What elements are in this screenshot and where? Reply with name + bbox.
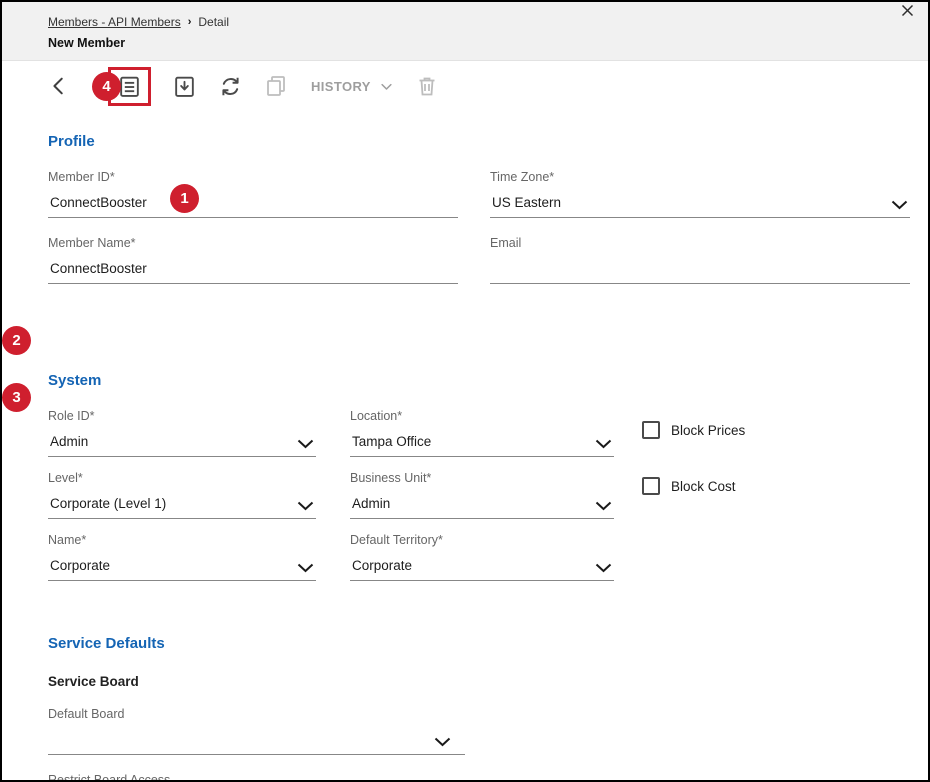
member-id-label: Member ID* (48, 170, 458, 184)
role-id-value: Admin (50, 434, 88, 449)
block-prices-checkbox[interactable]: Block Prices (642, 421, 745, 439)
close-icon[interactable] (900, 3, 915, 18)
dropdown-chevron-icon (595, 501, 612, 511)
block-cost-label: Block Cost (671, 479, 736, 494)
annotation-badge-2: 2 (2, 326, 31, 355)
toolbar: 4 (2, 61, 928, 111)
location-value: Tampa Office (352, 434, 431, 449)
business-unit-label: Business Unit* (350, 471, 614, 485)
role-id-select[interactable]: Admin (48, 430, 316, 457)
level-value: Corporate (Level 1) (50, 496, 166, 511)
member-name-input[interactable]: ConnectBooster (48, 257, 458, 284)
dropdown-chevron-icon (297, 501, 314, 511)
name-select[interactable]: Corporate (48, 554, 316, 581)
restrict-board-access-field: Restrict Board Access (48, 773, 465, 782)
back-chevron-icon[interactable] (48, 75, 70, 97)
time-zone-field: Time Zone* US Eastern (490, 170, 910, 218)
business-unit-value: Admin (352, 496, 390, 511)
system-grid: Role ID* Admin Location* Tampa Office (48, 409, 908, 581)
default-board-field: Default Board (48, 707, 465, 755)
member-id-field: Member ID* ConnectBooster (48, 170, 458, 218)
refresh-icon[interactable] (218, 74, 243, 99)
name-label: Name* (48, 533, 316, 547)
checkbox-unchecked-icon (642, 477, 660, 495)
time-zone-select[interactable]: US Eastern (490, 191, 910, 218)
dropdown-chevron-icon (595, 439, 612, 449)
checkbox-unchecked-icon (642, 421, 660, 439)
name-value: Corporate (50, 558, 110, 573)
dropdown-chevron-icon (595, 563, 612, 573)
email-label: Email (490, 236, 910, 250)
block-prices-label: Block Prices (671, 423, 745, 438)
name-field: Name* Corporate (48, 533, 316, 581)
location-field: Location* Tampa Office (350, 409, 614, 457)
member-id-input[interactable]: ConnectBooster (48, 191, 458, 218)
annotation-badge-3: 3 (2, 383, 31, 412)
breadcrumb: Members - API Members › Detail (48, 15, 908, 29)
chevron-down-icon (379, 79, 394, 94)
header: Members - API Members › Detail New Membe… (2, 2, 928, 61)
location-select[interactable]: Tampa Office (350, 430, 614, 457)
annotation-badge-4: 4 (92, 72, 121, 101)
level-field: Level* Corporate (Level 1) (48, 471, 316, 519)
level-select[interactable]: Corporate (Level 1) (48, 492, 316, 519)
default-territory-select[interactable]: Corporate (350, 554, 614, 581)
role-id-field: Role ID* Admin (48, 409, 316, 457)
business-unit-field: Business Unit* Admin (350, 471, 614, 519)
breadcrumb-current: Detail (198, 15, 229, 29)
system-checkbox-column: Block Prices Block Cost (642, 409, 745, 581)
annotation-badge-1: 1 (170, 184, 199, 213)
block-cost-checkbox[interactable]: Block Cost (642, 477, 745, 495)
role-id-label: Role ID* (48, 409, 316, 423)
default-board-select[interactable] (48, 728, 465, 755)
breadcrumb-separator-icon: › (188, 16, 192, 28)
breadcrumb-link-members[interactable]: Members - API Members (48, 15, 181, 29)
location-label: Location* (350, 409, 614, 423)
service-board-subheading: Service Board (48, 674, 908, 689)
time-zone-label: Time Zone* (490, 170, 910, 184)
dropdown-chevron-icon (297, 563, 314, 573)
email-input[interactable] (490, 257, 910, 284)
email-field: Email (490, 236, 910, 284)
dropdown-chevron-icon (434, 737, 451, 747)
page-title: New Member (48, 36, 908, 50)
dropdown-chevron-icon (891, 200, 908, 210)
save-and-keep-icon[interactable] (172, 74, 197, 99)
default-territory-label: Default Territory* (350, 533, 614, 547)
default-board-label: Default Board (48, 707, 465, 721)
member-id-value: ConnectBooster (50, 195, 147, 210)
default-territory-field: Default Territory* Corporate (350, 533, 614, 581)
time-zone-value: US Eastern (492, 195, 561, 210)
level-label: Level* (48, 471, 316, 485)
history-label: HISTORY (311, 79, 371, 94)
member-name-field: Member Name* ConnectBooster (48, 236, 458, 284)
dropdown-chevron-icon (297, 439, 314, 449)
form-content: Profile Member ID* ConnectBooster Time Z… (2, 133, 928, 782)
trash-icon (415, 74, 439, 98)
service-defaults-section-heading: Service Defaults (48, 635, 908, 652)
copy-icon (264, 74, 288, 98)
member-name-label: Member Name* (48, 236, 458, 250)
system-section-heading: System (48, 372, 908, 389)
profile-section-heading: Profile (48, 133, 908, 150)
member-name-value: ConnectBooster (50, 261, 147, 276)
default-territory-value: Corporate (352, 558, 412, 573)
business-unit-select[interactable]: Admin (350, 492, 614, 519)
history-dropdown[interactable]: HISTORY (311, 79, 394, 94)
restrict-board-access-label: Restrict Board Access (48, 773, 465, 782)
member-detail-window: 1 2 3 Members - API Members › Detail New… (0, 0, 930, 782)
